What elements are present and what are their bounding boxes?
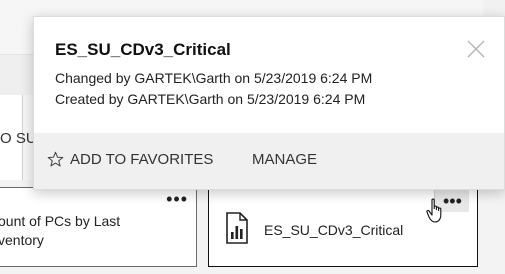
add-to-favorites-label: ADD TO FAVORITES bbox=[70, 151, 214, 168]
tile-title-pcs-inventory: ount of PCs by Last ventory bbox=[0, 212, 178, 250]
manage-button[interactable]: MANAGE bbox=[252, 151, 317, 168]
changed-by-text: Changed by GARTEK\Garth on 5/23/2019 6:2… bbox=[55, 70, 373, 86]
created-by-text: Created by GARTEK\Garth on 5/23/2019 6:2… bbox=[55, 91, 366, 107]
more-options-icon[interactable]: ••• bbox=[166, 190, 188, 208]
add-to-favorites-button[interactable]: ADD TO FAVORITES bbox=[47, 151, 213, 168]
tile-title-line-2: ventory bbox=[0, 232, 44, 248]
star-outline-icon bbox=[47, 151, 64, 167]
report-icon bbox=[226, 212, 248, 244]
hand-pointer-icon bbox=[426, 198, 442, 223]
report-tile-pcs-inventory[interactable]: ••• ount of PCs by Last ventory bbox=[0, 187, 197, 267]
close-icon[interactable] bbox=[466, 39, 486, 59]
item-details-popup: ES_SU_CDv3_Critical Changed by GARTEK\Ga… bbox=[33, 16, 505, 190]
popup-footer: ADD TO FAVORITES MANAGE bbox=[34, 133, 504, 189]
tile-title-es-su-cdv3: ES_SU_CDv3_Critical bbox=[264, 222, 404, 238]
tile-title-line-1: ount of PCs by Last bbox=[0, 213, 121, 229]
left-card-text: O SU bbox=[0, 130, 37, 147]
popup-title: ES_SU_CDv3_Critical bbox=[55, 40, 231, 59]
